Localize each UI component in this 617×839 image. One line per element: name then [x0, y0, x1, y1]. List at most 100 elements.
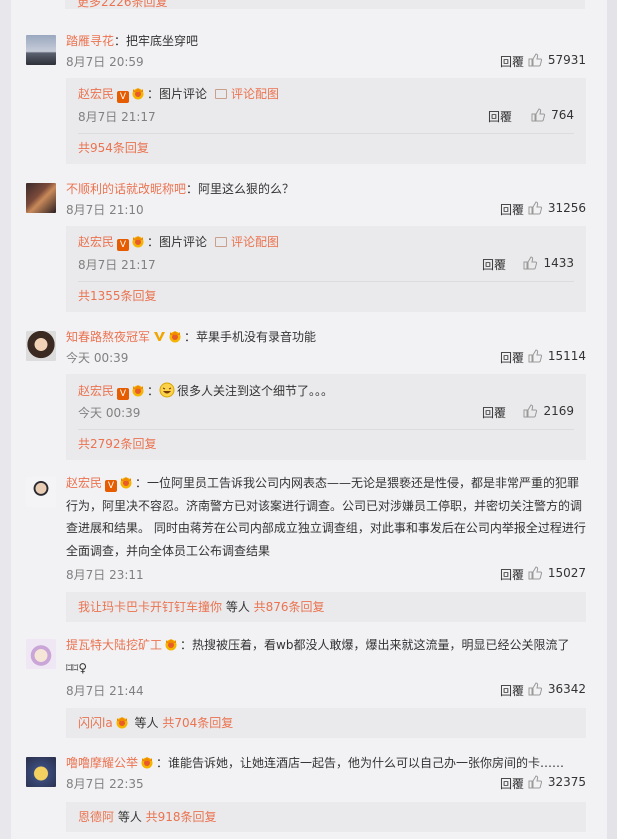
comment-meta: 8月7日 23:11 回覆 15027 [66, 566, 586, 584]
sub-reply-summary: 闪闪la 等人 共704条回复 [66, 708, 586, 738]
comment-user[interactable]: 知春路熬夜冠军 [66, 330, 150, 344]
comment-pic-link[interactable]: 评论配图 [215, 235, 279, 249]
avatar[interactable] [26, 331, 56, 361]
sub-reply-user[interactable]: 我让玛卡巴卡开钉钉车撞你 [78, 600, 222, 614]
more-replies-link[interactable]: 共918条回复 [146, 810, 217, 824]
laughing-emoji-icon [159, 382, 175, 398]
comment-body: 提瓦特大陆挖矿工 ：热搜被压着，看wb都没人敢爆，爆出来就这流量，明显已经公关限流… [66, 634, 586, 679]
like-count: 36342 [547, 682, 586, 696]
verified-v-icon: V [117, 239, 130, 251]
like-button[interactable]: 15114 [528, 349, 586, 363]
comment-item: 踏雁寻花：把牢底坐穿吧 8月7日 20:59 回覆 57931 赵宏民 V ：图片评… [11, 30, 607, 170]
verified-v-icon: V [105, 480, 118, 492]
thumbs-up-icon [523, 404, 538, 418]
comment-text-line: 行为，阿里决不容忍。济南警方已对该案进行调查。公司已对涉嫌员工停职，并密切关注警… [66, 498, 583, 513]
like-button[interactable]: 1433 [523, 256, 574, 270]
like-count: 1433 [543, 256, 574, 270]
like-count: 57931 [547, 53, 586, 67]
like-button[interactable]: 31256 [528, 201, 586, 215]
reply-button[interactable]: 回覆 [500, 775, 524, 792]
top-more-label[interactable]: 更多2226条回复 [77, 0, 168, 10]
reply-button[interactable]: 回覆 [500, 682, 524, 699]
sub-reply-time: 今天 00:39 [78, 406, 141, 420]
vip-crown-icon [169, 331, 181, 343]
vip-crown-icon [132, 385, 144, 397]
avatar[interactable] [26, 639, 56, 669]
vip-crown-icon [116, 717, 128, 729]
sub-reply-time: 8月7日 21:17 [78, 110, 156, 124]
sub-reply-user[interactable]: 恩德阿 [78, 810, 114, 824]
sub-reply-box: 赵宏民 V ：图片评论 评论配图 8月7日 21:17 回覆 1433 共1355条回… [66, 226, 586, 312]
comment-text: ：把牢底坐穿吧 [114, 34, 199, 48]
more-replies-link[interactable]: 共704条回复 [162, 716, 233, 730]
sub-reply-user[interactable]: 赵宏民 [78, 235, 114, 249]
comment-item: 提瓦特大陆挖矿工 ：热搜被压着，看wb都没人敢爆，爆出来就这流量，明显已经公关限流… [11, 634, 607, 744]
like-count: 32375 [547, 775, 586, 789]
comment-user[interactable]: 提瓦特大陆挖矿工 [66, 638, 162, 652]
comment-user[interactable]: 赵宏民 [66, 476, 102, 490]
comment-item: 不顺利的话就改昵称吧：阿里这么狠的么？ 8月7日 21:10 回覆 31256 … [11, 178, 607, 318]
comment-text: ：苹果手机没有录音功能 [184, 330, 317, 344]
sub-reply-text: 很多人关注到这个细节了。。。 [177, 384, 334, 398]
reply-button[interactable]: 回覆 [500, 349, 524, 366]
comment-pic-label[interactable]: 评论配图 [231, 235, 279, 249]
like-button[interactable]: 32375 [528, 775, 586, 789]
scroll-gutter [607, 0, 617, 839]
comment-text-line: ：热搜被压着，看wb都没人敢爆，爆出来就这流量，明显已经公关限流了 [180, 638, 570, 652]
comment-user[interactable]: 踏雁寻花 [66, 34, 114, 48]
avatar[interactable] [26, 35, 56, 65]
verified-v-icon: V [117, 388, 130, 400]
avatar[interactable] [26, 183, 56, 213]
comment-meta: 8月7日 20:59 回覆 57931 [66, 53, 586, 71]
divider [78, 429, 574, 430]
reply-button[interactable]: 回覆 [488, 108, 512, 125]
comment-user[interactable]: 噜噜摩耀公举 [66, 756, 138, 770]
sub-reply-user[interactable]: 闪闪la [78, 716, 113, 730]
sub-reply-user[interactable]: 赵宏民 [78, 384, 114, 398]
comment-item: 知春路熬夜冠军 ：苹果手机没有录音功能 今天 00:39 回覆 15114 赵宏民… [11, 326, 607, 466]
verified-gold-v-icon [154, 332, 166, 341]
image-icon [215, 89, 228, 99]
image-icon [215, 237, 228, 247]
reply-button[interactable]: 回覆 [500, 201, 524, 218]
like-button[interactable]: 15027 [528, 566, 586, 580]
comment-time: 8月7日 20:59 [66, 55, 144, 69]
reply-button[interactable]: 回覆 [500, 53, 524, 70]
comment-time: 8月7日 21:44 [66, 684, 144, 698]
vip-crown-icon [132, 88, 144, 100]
thumbs-up-icon [528, 775, 542, 789]
vip-crown-icon [132, 236, 144, 248]
comment-line: 踏雁寻花：把牢底坐穿吧 [66, 30, 587, 52]
like-button[interactable]: 36342 [528, 682, 586, 696]
comment-time: 8月7日 21:10 [66, 203, 144, 217]
avatar[interactable] [26, 757, 56, 787]
comment-user[interactable]: 不顺利的话就改昵称吧 [66, 182, 186, 196]
comment-time: 8月7日 23:11 [66, 568, 144, 582]
like-count: 15027 [547, 566, 586, 580]
reply-button[interactable]: 回覆 [482, 256, 506, 273]
like-button[interactable]: 57931 [528, 53, 586, 67]
others-label: 等人 [130, 716, 163, 730]
comment-pic-link[interactable]: 评论配图 [215, 87, 279, 101]
comment-meta: 8月7日 22:35 回覆 32375 [66, 775, 586, 793]
comment-meta: 今天 00:39 回覆 15114 [66, 349, 586, 367]
like-count: 764 [551, 108, 574, 122]
like-button[interactable]: 764 [531, 108, 574, 122]
thumbs-up-icon [528, 349, 542, 363]
more-replies-link[interactable]: 共1355条回复 [78, 288, 157, 304]
top-more-replies[interactable]: 更多2226条回复 [65, 0, 585, 9]
more-replies-link[interactable]: 共2792条回复 [78, 436, 157, 452]
sub-reply-user[interactable]: 赵宏民 [78, 87, 114, 101]
thumbs-up-icon [528, 682, 542, 696]
reply-button[interactable]: 回覆 [500, 566, 524, 583]
comment-line: 噜噜摩耀公举 ：谁能告诉她，让她连酒店一起告，他为什么可以自己办一张你房间的卡…… [66, 752, 587, 774]
more-replies-link[interactable]: 共876条回复 [254, 600, 325, 614]
like-button[interactable]: 2169 [523, 404, 574, 418]
comment-pic-label[interactable]: 评论配图 [231, 87, 279, 101]
sub-reply-summary: 我让玛卡巴卡开钉钉车撞你 等人 共876条回复 [66, 592, 586, 622]
reply-button[interactable]: 回覆 [482, 404, 506, 421]
thumbs-up-icon [528, 201, 542, 215]
vip-crown-icon [120, 477, 132, 489]
more-replies-link[interactable]: 共954条回复 [78, 140, 149, 156]
avatar[interactable] [26, 477, 56, 507]
